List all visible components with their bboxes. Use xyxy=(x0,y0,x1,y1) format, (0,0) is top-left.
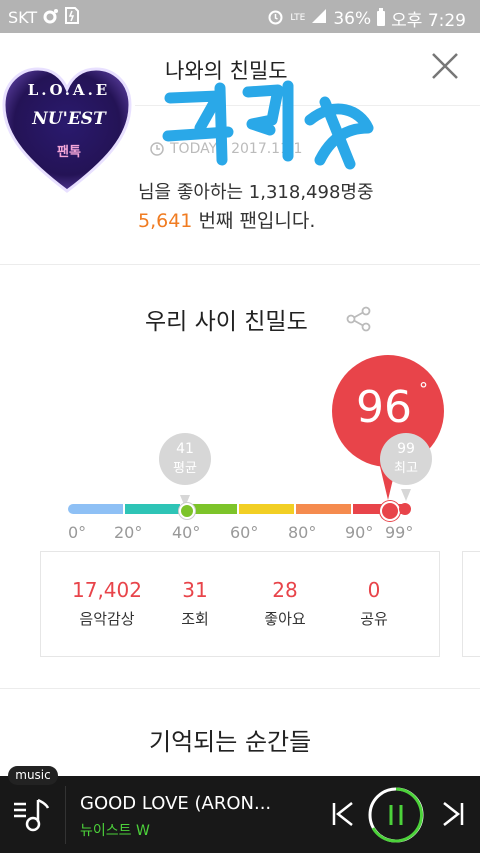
stat-value: 31 xyxy=(182,578,208,602)
close-button[interactable] xyxy=(430,51,460,81)
previous-icon xyxy=(332,802,353,826)
next-card-peek xyxy=(462,551,480,657)
intimacy-tick-label: 60° xyxy=(230,523,259,542)
intimacy-score: 96 xyxy=(356,382,412,433)
fan-rank-suffix: 번째 팬입니다. xyxy=(192,210,316,232)
music-app-icon xyxy=(43,8,59,28)
sd-card-icon xyxy=(65,7,80,28)
signal-icon xyxy=(311,8,327,29)
previous-button[interactable] xyxy=(330,800,356,832)
close-icon xyxy=(432,53,458,79)
average-knob xyxy=(179,503,195,519)
intimacy-tick-label: 99° xyxy=(385,523,414,542)
song-title[interactable]: GOOD LOVE (ARON... xyxy=(80,793,271,814)
intimacy-tick-label: 80° xyxy=(288,523,317,542)
fan-count-text: 님을 좋아하는 1,318,498명중 xyxy=(138,182,374,203)
intimacy-bar-segment xyxy=(125,504,180,514)
pause-button[interactable] xyxy=(367,786,425,844)
battery-icon xyxy=(377,8,386,26)
stat-label: 좋아요 xyxy=(264,610,306,628)
section-divider-2 xyxy=(0,688,480,689)
intimacy-tick-label: 20° xyxy=(114,523,143,542)
intimacy-bar-segment xyxy=(68,504,123,514)
share-icon xyxy=(346,306,371,332)
moments-title: 기억되는 순간들 xyxy=(149,728,312,756)
stat-label: 조회 xyxy=(181,610,209,628)
pause-icon xyxy=(368,787,424,843)
average-marker: 41 평균 xyxy=(159,433,211,485)
status-bar: SKT LTE 36% 오후 7:29 xyxy=(0,0,480,33)
score-knob xyxy=(380,501,400,521)
sticker-text-loae: L.O.A.E xyxy=(27,81,111,99)
fan-rank-text: 5,641 번째 팬입니다. xyxy=(138,206,315,233)
intimacy-bar-segment xyxy=(296,504,351,514)
battery-percent: 36% xyxy=(333,8,372,29)
playlist-button[interactable] xyxy=(12,794,54,840)
player-separator xyxy=(65,786,66,844)
average-label: 평균 xyxy=(173,461,197,476)
alarm-icon xyxy=(267,8,284,30)
sticker-text-fantalk: 팬톡 xyxy=(57,145,81,160)
intimacy-bar-segment xyxy=(239,504,294,514)
max-label: 최고 xyxy=(394,461,418,476)
fan-rank-number: 5,641 xyxy=(138,210,193,232)
next-button[interactable] xyxy=(440,800,466,832)
carrier-label: SKT xyxy=(8,8,38,27)
stat-item: 17,402 음악감상 xyxy=(62,578,152,629)
max-marker: 99 최고 xyxy=(380,433,432,485)
stat-value: 17,402 xyxy=(72,578,142,602)
max-knob xyxy=(399,503,411,515)
clock: 오후 7:29 xyxy=(391,11,466,31)
stat-item: 31 조회 xyxy=(150,578,240,629)
sticker-text-nuest: NU'EST xyxy=(32,109,106,129)
max-marker-tail xyxy=(401,489,411,501)
playlist-note-icon xyxy=(14,798,50,832)
stat-label: 공유 xyxy=(360,610,388,628)
stat-label: 음악감상 xyxy=(79,610,135,628)
stat-item: 28 좋아요 xyxy=(240,578,330,629)
stat-value: 0 xyxy=(367,578,381,602)
blue-scribble-icon xyxy=(162,80,374,170)
intimacy-tick-label: 40° xyxy=(172,523,201,542)
nuest-sticker: L.O.A.E NU'EST 팬톡 xyxy=(0,55,135,215)
lte-label: LTE xyxy=(290,13,306,23)
stats-card: 17,402 음악감상 31 조회 28 좋아요 0 공유 xyxy=(40,551,440,657)
share-button[interactable] xyxy=(346,306,372,336)
score-degree: ° xyxy=(419,379,428,400)
intimacy-tick-label: 90° xyxy=(345,523,374,542)
song-artist[interactable]: 뉴이스트 W xyxy=(80,820,150,840)
stat-item: 0 공유 xyxy=(329,578,419,629)
section-divider xyxy=(0,264,480,265)
average-value: 41 xyxy=(176,441,194,457)
music-tag: music xyxy=(8,766,58,785)
intimacy-tick-label: 0° xyxy=(68,523,87,542)
music-player[interactable]: GOOD LOVE (ARON... 뉴이스트 W xyxy=(0,776,480,853)
next-icon xyxy=(443,802,464,826)
intimacy-title: 우리 사이 친밀도 xyxy=(145,309,308,335)
stat-value: 28 xyxy=(272,578,298,602)
max-value: 99 xyxy=(397,441,415,457)
intimacy-bar xyxy=(68,504,411,514)
